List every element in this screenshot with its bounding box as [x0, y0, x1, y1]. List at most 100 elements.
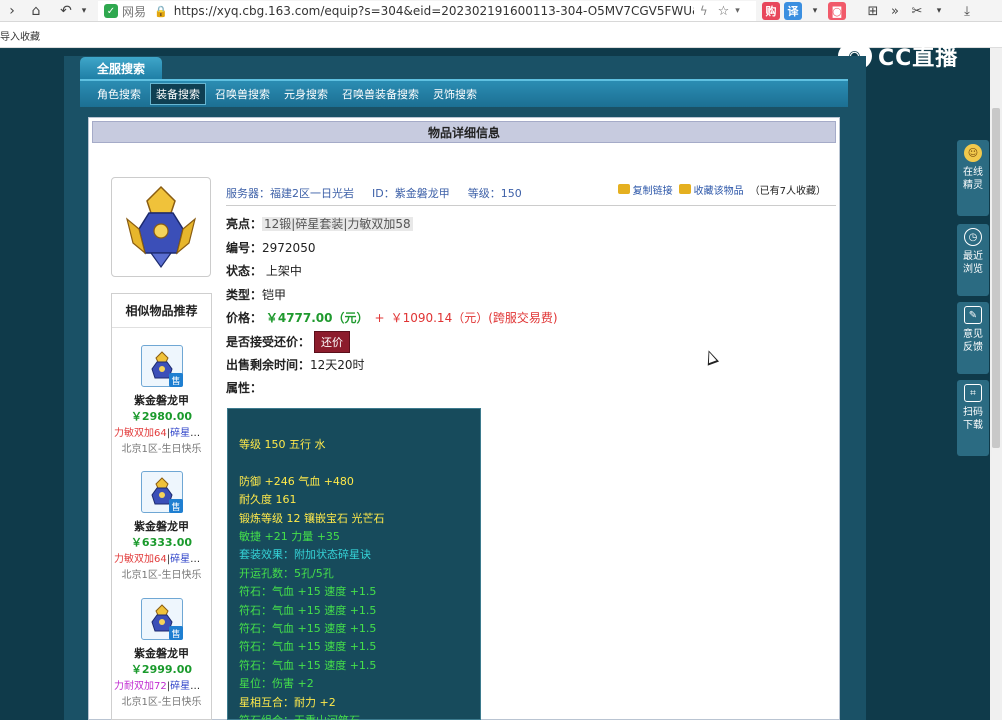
- scan-icon: ⌗: [964, 384, 982, 402]
- item-info-header: 服务器：福建2区一日光岩 ID：紫金磐龙甲 等级：150 复制链接 收藏该物品 …: [226, 180, 836, 206]
- nav-pet-search[interactable]: 召唤兽搜索: [210, 84, 275, 104]
- toolbar-right: 购 译 ▾ ◙ ⊞ » ✂ ▾ ⤓: [762, 0, 976, 22]
- section-title: 物品详细信息: [92, 121, 836, 143]
- tab-all-server-search[interactable]: 全服搜索: [80, 57, 162, 79]
- item-name[interactable]: 紫金磐龙甲: [112, 518, 211, 534]
- highlight-set: 碎星套装: [170, 681, 209, 692]
- attribute-line: 符石：气血 +15 速度 +1.5: [239, 658, 377, 672]
- price-fee: ￥1090.14（元）(跨服交易费): [390, 311, 558, 325]
- server-field: 服务器：福建2区一日光岩: [226, 186, 354, 200]
- attribute-line: 符石：气血 +15 速度 +1.5: [239, 603, 377, 617]
- similar-items-panel: 相似物品推荐 售 紫金磐龙甲 ￥2980.00 力敏双加64|碎星套装 北京1区…: [111, 293, 212, 720]
- price-plus: +: [374, 311, 385, 325]
- item-price: ￥6333.00: [130, 536, 193, 549]
- attribute-line: 等级 150 五行 水: [239, 438, 326, 451]
- serial-row: 编号：2972050: [226, 239, 315, 256]
- clock-icon: ◷: [964, 228, 982, 246]
- chevron-down-icon[interactable]: ▾: [735, 6, 740, 16]
- apps-grid-icon[interactable]: ⊞: [864, 2, 882, 20]
- chevron-down-icon[interactable]: ▾: [74, 1, 94, 21]
- highlight-row: 亮点： 12锻|碎星套装|力敏双加58: [226, 215, 413, 232]
- elf-avatar-icon: ☺: [964, 144, 982, 162]
- item-thumbnail[interactable]: 售: [141, 598, 183, 640]
- item-actions: 复制链接 收藏该物品 （已有7人收藏）: [617, 182, 826, 197]
- site-label: 网易: [122, 4, 147, 19]
- bolt-icon[interactable]: ϟ: [700, 4, 708, 18]
- item-highlight: 力敏双加64|碎星套装: [114, 428, 209, 439]
- bookmark-import[interactable]: 导入收藏: [0, 28, 40, 43]
- similar-item[interactable]: 售 紫金磐龙甲 ￥6333.00 力敏双加64|碎星套… 北京1区-生日快乐: [112, 471, 211, 591]
- attribute-line: 符石：气血 +15 速度 +1.5: [239, 622, 377, 636]
- scissors-icon[interactable]: ✂: [908, 2, 926, 20]
- attribute-line: 防御 +246 气血 +480: [239, 474, 354, 488]
- nav-equip-search[interactable]: 装备搜索: [150, 83, 206, 105]
- similar-item[interactable]: 售 紫金磐龙甲 ￥2999.00 力耐双加72|碎星套装 北京1区-生日快乐: [112, 598, 211, 718]
- nav-pet-equip-search[interactable]: 召唤兽装备搜索: [337, 84, 424, 104]
- edit-icon: ✎: [964, 306, 982, 324]
- home-icon[interactable]: ⌂: [26, 1, 46, 21]
- shield-icon: ✓: [104, 4, 118, 18]
- attribute-line: 星位：伤害 +2: [239, 677, 314, 691]
- url-text[interactable]: https://xyq.cbg.163.com/equip?s=304&eid=…: [174, 4, 694, 18]
- id-field: ID：紫金磐龙甲: [372, 186, 450, 200]
- item-highlight: 力耐双加72|碎星套装: [114, 681, 209, 692]
- haggle-row: 是否接受还价： 还价: [226, 331, 351, 353]
- highlight-attr: 力敏双加64: [114, 428, 167, 439]
- level-field: 等级：150: [467, 186, 522, 200]
- download-icon[interactable]: ⤓: [958, 2, 976, 20]
- chevron-down-icon[interactable]: ▾: [930, 2, 948, 20]
- item-name[interactable]: 紫金磐龙甲: [112, 392, 211, 408]
- item-server: 北京1区-生日快乐: [121, 697, 202, 708]
- game-extension-icon[interactable]: ◙: [828, 2, 846, 20]
- time-row: 出售剩余时间：12天20时: [226, 356, 365, 373]
- brand-text: CC直播: [878, 46, 959, 71]
- dock-online-elf[interactable]: ☺ 在线精灵: [957, 140, 989, 216]
- product-image: [111, 177, 211, 277]
- attribute-line: 符石：气血 +15 速度 +1.5: [239, 640, 377, 654]
- side-dock: ☺ 在线精灵 ◷ 最近浏览 ✎ 意见反馈 ⌗ 扫码下载: [957, 140, 989, 456]
- type-row: 类型：铠甲: [226, 286, 286, 303]
- attr-row: 属性：: [226, 379, 262, 396]
- dock-scan-download[interactable]: ⌗ 扫码下载: [957, 380, 989, 456]
- item-price: ￥2999.00: [130, 663, 193, 676]
- vertical-scrollbar[interactable]: [990, 48, 1002, 720]
- dock-feedback[interactable]: ✎ 意见反馈: [957, 302, 989, 374]
- item-thumbnail[interactable]: 售: [141, 345, 183, 387]
- highlight-set: 碎星套装: [170, 428, 209, 439]
- item-name[interactable]: 紫金磐龙甲: [112, 645, 211, 661]
- copy-link-button[interactable]: 复制链接: [617, 182, 673, 197]
- price-row: 价格： ￥4777.00（元） + ￥1090.14（元）(跨服交易费): [226, 309, 558, 326]
- attribute-line: 开运孔数：5孔/5孔: [239, 566, 334, 580]
- scrollbar-thumb[interactable]: [992, 108, 1000, 448]
- similar-item[interactable]: 售 紫金磐龙甲 ￥2980.00 力敏双加64|碎星套装 北京1区-生日快乐: [112, 345, 211, 465]
- status-row: 状态： 上架中: [226, 262, 302, 279]
- highlight-value: 12锻|碎星套装|力敏双加58: [262, 217, 413, 231]
- undo-icon[interactable]: ↶: [56, 1, 76, 21]
- favorite-button[interactable]: 收藏该物品: [678, 182, 744, 197]
- highlight-label: 亮点：: [226, 217, 263, 231]
- price-main: ￥4777.00（元）: [265, 311, 369, 325]
- haggle-button[interactable]: 还价: [314, 331, 351, 353]
- item-server: 北京1区-生日快乐: [121, 444, 202, 455]
- attribute-line: 套装效果：附加状态碎星诀: [239, 548, 371, 562]
- folder-icon: [678, 184, 691, 194]
- shopping-extension-icon[interactable]: 购: [762, 2, 780, 20]
- more-icon[interactable]: »: [886, 2, 904, 20]
- haggle-label: 是否接受还价：: [226, 335, 311, 349]
- dock-recent[interactable]: ◷ 最近浏览: [957, 224, 989, 296]
- nav-ornament-search[interactable]: 灵饰搜索: [428, 84, 482, 104]
- translate-extension-icon[interactable]: 译: [784, 2, 802, 20]
- star-icon[interactable]: ☆: [718, 4, 730, 19]
- chevron-down-icon[interactable]: ▾: [806, 2, 824, 20]
- status-label: 状态：: [226, 264, 263, 278]
- sale-tag: 售: [169, 626, 183, 640]
- forward-icon[interactable]: ›: [2, 1, 22, 21]
- nav-role-search[interactable]: 角色搜索: [92, 84, 146, 104]
- address-bar[interactable]: ✓ 网易 🔒 https://xyq.cbg.163.com/equip?s=3…: [98, 1, 756, 21]
- type-label: 类型：: [226, 288, 263, 302]
- sale-tag: 售: [169, 499, 183, 513]
- time-value: 12天20时: [310, 358, 365, 372]
- item-thumbnail[interactable]: 售: [141, 471, 183, 513]
- highlight-attr: 力耐双加72: [114, 681, 167, 692]
- nav-body-search[interactable]: 元身搜索: [279, 84, 333, 104]
